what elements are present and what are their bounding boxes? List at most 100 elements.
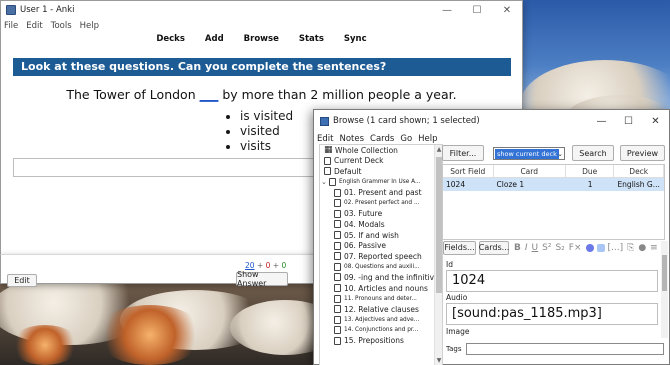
col-header-deck[interactable]: Deck xyxy=(614,165,664,177)
close-button[interactable]: ✕ xyxy=(492,1,522,19)
sidebar-deck-item[interactable]: 14. Conjunctions and pr... xyxy=(320,325,442,336)
field-audio-input[interactable]: [sound:pas_1185.mp3] xyxy=(446,303,658,325)
sidebar-deck-item[interactable]: 03. Future xyxy=(320,209,442,220)
choice-item: visited xyxy=(240,124,293,139)
sidebar-deck-item[interactable]: 15. Prepositions xyxy=(320,336,442,347)
more-menu-icon[interactable]: ≡ xyxy=(650,243,658,253)
sidebar-deck-item[interactable]: 11. Pronouns and deter... xyxy=(320,293,442,304)
field-label-id: Id xyxy=(446,260,453,269)
expand-chevron-icon[interactable]: ⌄ xyxy=(321,178,329,186)
bold-icon[interactable]: B xyxy=(514,243,521,253)
sidebar-deck-item[interactable]: 09. -ing and the infinitive xyxy=(320,272,442,283)
deck-icon xyxy=(334,294,341,303)
browse-menu-cards[interactable]: Cards xyxy=(370,134,394,144)
scroll-down-arrow-icon[interactable]: ▼ xyxy=(435,357,442,364)
menu-tools[interactable]: Tools xyxy=(51,21,72,31)
browse-menu-edit[interactable]: Edit xyxy=(317,134,333,144)
sidebar-deck-item[interactable]: Current Deck xyxy=(320,156,442,167)
col-header-sort-field[interactable]: Sort Field xyxy=(443,165,494,177)
collection-icon: ▦ xyxy=(324,144,333,155)
sentence-before: The Tower of London xyxy=(66,87,196,102)
sidebar-deck-label: 10. Articles and nouns xyxy=(344,283,428,293)
browse-titlebar: Browse (1 card shown; 1 selected) — ☐ ✕ xyxy=(314,110,669,132)
editor-scroll-thumb[interactable] xyxy=(662,255,667,291)
toolbar-decks[interactable]: Decks xyxy=(156,34,185,44)
main-toolbar: Decks Add Browse Stats Sync xyxy=(1,31,522,47)
clear-format-icon[interactable]: F× xyxy=(569,243,582,253)
deck-icon xyxy=(329,178,336,187)
attach-icon[interactable]: ⎘ xyxy=(627,243,634,253)
text-color-icon[interactable] xyxy=(585,243,594,252)
sidebar-deck-item[interactable]: 13. Adjectives and adve... xyxy=(320,315,442,326)
tags-input[interactable] xyxy=(466,343,664,355)
sidebar-deck-item[interactable]: 08. Questions and auxili... xyxy=(320,262,442,273)
col-header-due[interactable]: Due xyxy=(566,165,615,177)
field-id-input[interactable]: 1024 xyxy=(446,270,658,292)
toolbar-add[interactable]: Add xyxy=(205,34,224,44)
browse-menu-go[interactable]: Go xyxy=(400,134,412,144)
sidebar-deck-label: 02. Present perfect and ... xyxy=(344,200,420,207)
maximize-button[interactable]: ☐ xyxy=(462,1,492,19)
browse-minimize-button[interactable]: — xyxy=(588,110,615,132)
menu-edit[interactable]: Edit xyxy=(26,21,42,31)
search-button[interactable]: Search xyxy=(572,145,614,161)
sidebar-scrollbar[interactable]: ▲ ▼ xyxy=(434,145,442,365)
sidebar-deck-item[interactable]: 10. Articles and nouns xyxy=(320,283,442,294)
italic-icon[interactable]: I xyxy=(525,243,528,253)
main-window-title: User 1 - Anki xyxy=(20,5,75,15)
card-table: Sort Field Card Due Deck 1024 Cloze 1 1 … xyxy=(442,164,665,240)
table-row[interactable]: 1024 Cloze 1 1 English G... xyxy=(443,178,664,191)
chevron-down-icon[interactable]: ⌄ xyxy=(557,148,563,160)
toolbar-stats[interactable]: Stats xyxy=(299,34,324,44)
browse-close-button[interactable]: ✕ xyxy=(642,110,669,132)
main-titlebar: User 1 - Anki — ☐ ✕ xyxy=(1,1,522,19)
menu-help[interactable]: Help xyxy=(80,21,99,31)
sidebar-deck-item[interactable]: ⌄ English Grammer In Use A... xyxy=(320,177,442,188)
cards-button[interactable]: Cards... xyxy=(479,240,509,255)
sidebar-deck-item[interactable]: 02. Present perfect and ... xyxy=(320,198,442,209)
sidebar-deck-item[interactable]: ▦ Whole Collection xyxy=(320,145,442,156)
cloze-blank: ___ xyxy=(199,87,219,102)
sidebar-deck-label: 06. Passive xyxy=(344,241,387,251)
browse-window: Browse (1 card shown; 1 selected) — ☐ ✕ … xyxy=(313,109,670,365)
deck-icon xyxy=(334,188,341,197)
sidebar-deck-label: 08. Questions and auxili... xyxy=(344,263,420,270)
filter-button[interactable]: Filter... xyxy=(442,145,484,161)
col-header-card[interactable]: Card xyxy=(494,165,566,177)
highlight-icon[interactable] xyxy=(596,243,605,252)
underline-icon[interactable]: U xyxy=(532,243,539,253)
tags-label: Tags xyxy=(446,345,462,353)
record-audio-icon[interactable]: ● xyxy=(638,243,646,253)
fields-button[interactable]: Fields... xyxy=(443,240,476,255)
sidebar-deck-item[interactable]: Default xyxy=(320,166,442,177)
preview-button[interactable]: Preview xyxy=(620,145,665,161)
sidebar-deck-item[interactable]: 06. Passive xyxy=(320,240,442,251)
superscript-icon[interactable]: S² xyxy=(542,243,551,253)
sidebar-deck-label: Current Deck xyxy=(334,156,384,166)
toolbar-browse[interactable]: Browse xyxy=(244,34,279,44)
sidebar-deck-item[interactable]: 07. Reported speech xyxy=(320,251,442,262)
toolbar-sync[interactable]: Sync xyxy=(344,34,367,44)
deck-icon xyxy=(334,231,341,240)
sidebar-deck-item[interactable]: 04. Modals xyxy=(320,219,442,230)
answer-choices: is visited visited visits xyxy=(230,109,293,154)
browse-menu-notes[interactable]: Notes xyxy=(339,134,364,144)
sidebar-deck-label: 04. Modals xyxy=(344,219,385,229)
choice-item: is visited xyxy=(240,109,293,124)
minimize-button[interactable]: — xyxy=(432,1,462,19)
browse-maximize-button[interactable]: ☐ xyxy=(615,110,642,132)
sidebar-deck-item[interactable]: 01. Present and past xyxy=(320,187,442,198)
cell-deck: English G... xyxy=(617,180,660,189)
search-combobox[interactable]: show current deck ⌄ xyxy=(493,147,565,160)
subscript-icon[interactable]: S₂ xyxy=(555,243,564,253)
deck-icon xyxy=(324,156,331,165)
show-answer-button[interactable]: Show Answer xyxy=(236,270,288,288)
edit-button-bottom[interactable]: Edit xyxy=(7,274,37,287)
cloze-icon[interactable]: [...] xyxy=(608,243,624,253)
sidebar-deck-item[interactable]: 12. Relative clauses xyxy=(320,304,442,315)
deck-icon xyxy=(334,273,341,282)
editor-scrollbar[interactable] xyxy=(661,241,668,338)
browse-menu-help[interactable]: Help xyxy=(418,134,437,144)
menu-file[interactable]: File xyxy=(4,21,18,31)
sidebar-deck-item[interactable]: 05. If and wish xyxy=(320,230,442,241)
